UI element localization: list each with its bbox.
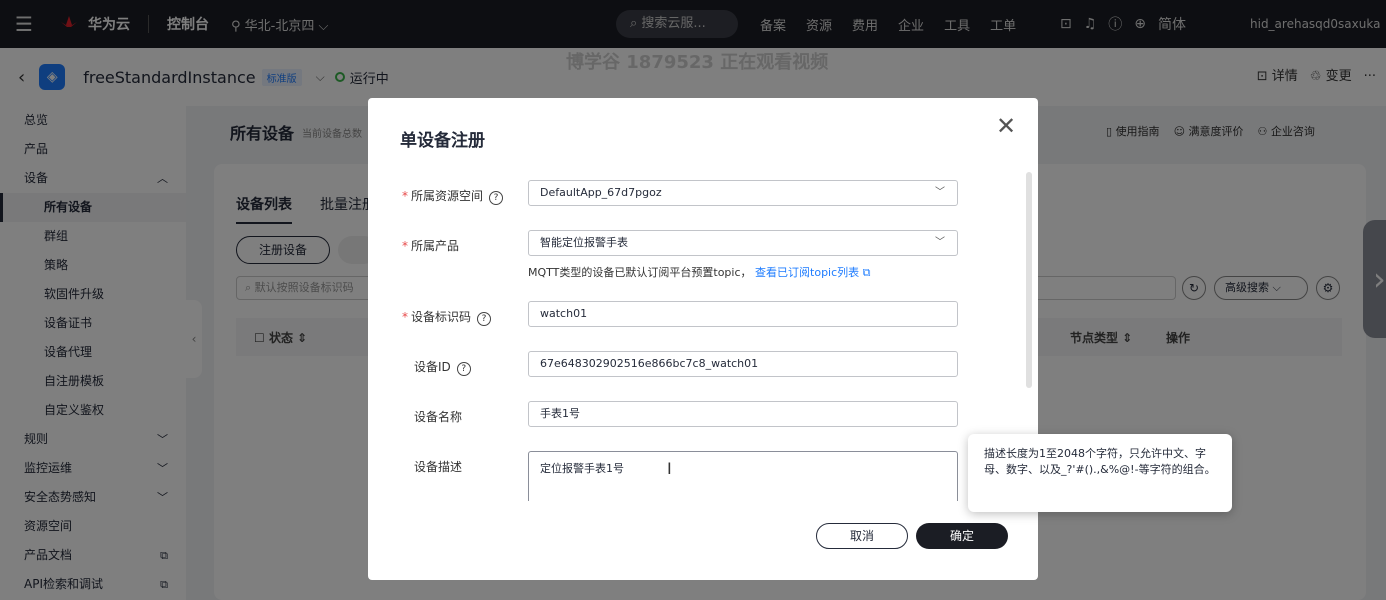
description-textarea[interactable]: 定位报警手表1号 bbox=[528, 451, 958, 501]
external-link-icon: ⧉ bbox=[862, 266, 871, 279]
device-id-input[interactable]: 67e648302902516e866bc7c8_watch01 bbox=[528, 351, 958, 377]
register-device-dialog: 单设备注册 ✕ * 所属资源空间? DefaultApp_67d7pgoz ﹀ * 所… bbox=[368, 98, 1038, 580]
help-icon[interactable]: ? bbox=[477, 312, 492, 326]
chevron-down-icon: ﹀ bbox=[935, 187, 945, 198]
resource-space-select[interactable]: DefaultApp_67d7pgoz ﹀ bbox=[528, 180, 958, 206]
product-select[interactable]: 智能定位报警手表 ﹀ bbox=[528, 230, 958, 256]
view-topics-label: 查看已订阅topic列表 bbox=[755, 266, 860, 279]
device-name-input[interactable]: 手表1号 bbox=[528, 401, 958, 427]
device-id-label-text: 设备ID bbox=[414, 360, 451, 374]
dialog-title: 单设备注册 bbox=[400, 131, 485, 151]
product-hint: MQTT类型的设备已默认订阅平台预置topic， 查看已订阅topic列表 ⧉ bbox=[528, 264, 871, 280]
product-value: 智能定位报警手表 bbox=[540, 236, 628, 249]
resource-space-value: DefaultApp_67d7pgoz bbox=[540, 186, 662, 199]
description-label: 设备描述 bbox=[414, 460, 463, 474]
resource-space-label-text: 所属资源空间 bbox=[411, 189, 484, 203]
dialog-scrollbar[interactable] bbox=[1026, 172, 1032, 388]
resource-space-label: * 所属资源空间? bbox=[402, 187, 504, 205]
confirm-button[interactable]: 确定 bbox=[916, 523, 1008, 549]
product-label: * 所属产品 bbox=[402, 237, 459, 254]
help-icon[interactable]: ? bbox=[456, 362, 471, 376]
chevron-down-icon: ﹀ bbox=[935, 237, 945, 248]
cancel-button[interactable]: 取消 bbox=[816, 523, 908, 549]
close-icon[interactable]: ✕ bbox=[996, 114, 1016, 138]
product-hint-text: MQTT类型的设备已默认订阅平台预置topic， bbox=[528, 266, 752, 279]
required-asterisk: * bbox=[402, 310, 408, 324]
device-name-label: 设备名称 bbox=[414, 410, 463, 424]
required-asterisk: * bbox=[402, 239, 408, 253]
help-icon[interactable]: ? bbox=[489, 191, 504, 205]
view-topics-link[interactable]: 查看已订阅topic列表 ⧉ bbox=[755, 266, 871, 279]
required-asterisk: * bbox=[402, 189, 408, 203]
product-label-text: 所属产品 bbox=[411, 239, 460, 253]
device-id-label: 设备ID? bbox=[414, 358, 471, 376]
identifier-label: * 设备标识码? bbox=[402, 308, 492, 326]
identifier-label-text: 设备标识码 bbox=[411, 310, 472, 324]
description-tooltip: 描述长度为1至2048个字符，只允许中文、字母、数字、以及_?'#().,&%@… bbox=[968, 434, 1232, 512]
identifier-input[interactable]: watch01 bbox=[528, 301, 958, 327]
text-cursor-icon: I bbox=[667, 459, 672, 478]
